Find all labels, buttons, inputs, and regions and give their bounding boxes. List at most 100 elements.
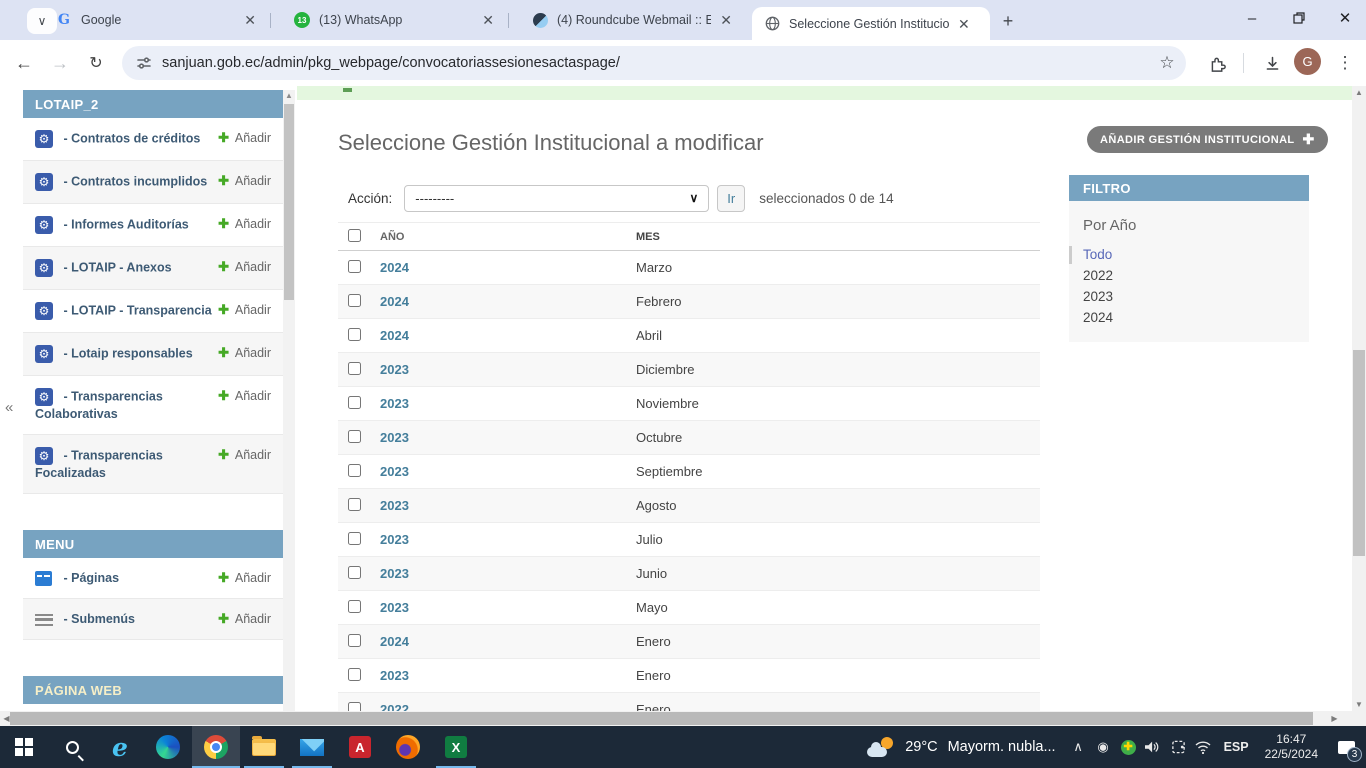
window-minimize-button[interactable]: –: [1232, 0, 1272, 36]
row-checkbox[interactable]: [348, 668, 361, 681]
scroll-up-icon[interactable]: ▲: [283, 90, 295, 102]
sidebar-item[interactable]: ✚ Añadir⚙ - Contratos incumplidos: [23, 161, 283, 204]
row-checkbox[interactable]: [348, 600, 361, 613]
language-indicator[interactable]: ESP: [1216, 740, 1257, 754]
sidebar-item-label[interactable]: - Transparencias Focalizadas: [35, 448, 163, 480]
reload-icon[interactable]: ↻: [82, 49, 110, 77]
row-checkbox[interactable]: [348, 362, 361, 375]
year-link[interactable]: 2024: [380, 260, 409, 275]
sidebar-item[interactable]: ✚ Añadir⚙ - Contratos de créditos: [23, 118, 283, 161]
row-checkbox[interactable]: [348, 260, 361, 273]
taskbar-acrobat-button[interactable]: A: [336, 726, 384, 768]
window-close-button[interactable]: ✕: [1325, 0, 1365, 36]
year-link[interactable]: 2024: [380, 328, 409, 343]
browser-menu-icon[interactable]: ⋮: [1330, 49, 1360, 77]
record-icon[interactable]: ◉: [1091, 726, 1116, 768]
year-link[interactable]: 2023: [380, 464, 409, 479]
row-checkbox[interactable]: [348, 498, 361, 511]
scroll-right-icon[interactable]: ▶: [1328, 711, 1341, 726]
sidebar-collapse-toggle[interactable]: «: [5, 399, 13, 416]
tray-expand-chevron-icon[interactable]: ∧: [1066, 726, 1091, 768]
tab-whatsapp[interactable]: 13 (13) WhatsApp ✕: [282, 0, 506, 40]
notification-center-button[interactable]: 3: [1326, 726, 1366, 768]
sidebar-item[interactable]: ✚ Añadir - Submenús: [23, 599, 283, 640]
taskbar-excel-button[interactable]: X: [432, 726, 480, 768]
horizontal-scrollbar-thumb[interactable]: [10, 712, 1313, 725]
new-tab-button[interactable]: +: [995, 8, 1021, 34]
tab-google[interactable]: G Google ✕: [44, 0, 268, 40]
year-link[interactable]: 2023: [380, 668, 409, 683]
taskbar-explorer-button[interactable]: [240, 726, 288, 768]
add-link[interactable]: ✚ Añadir: [218, 611, 271, 627]
sidebar-item-label[interactable]: - LOTAIP - Anexos: [60, 260, 172, 274]
year-link[interactable]: 2024: [380, 294, 409, 309]
sidebar-scrollbar[interactable]: ▲: [283, 90, 295, 711]
taskbar-edge-button[interactable]: [144, 726, 192, 768]
weather-widget[interactable]: 29°C Mayorm. nubla...: [857, 737, 1065, 757]
add-link[interactable]: ✚ Añadir: [218, 216, 271, 232]
cast-icon[interactable]: [1166, 726, 1191, 768]
window-restore-button[interactable]: [1279, 0, 1319, 36]
sidebar-item[interactable]: ✚ Añadir⚙ - LOTAIP - Anexos: [23, 247, 283, 290]
filter-option-2023[interactable]: 2023: [1069, 286, 1309, 307]
tab-close-icon[interactable]: ✕: [720, 13, 732, 27]
address-bar[interactable]: sanjuan.gob.ec/admin/pkg_webpage/convoca…: [122, 46, 1186, 80]
wifi-icon[interactable]: [1191, 726, 1216, 768]
row-checkbox[interactable]: [348, 396, 361, 409]
taskbar-search-button[interactable]: [48, 726, 96, 768]
tab-close-icon[interactable]: ✕: [958, 17, 970, 31]
sidebar-item-label[interactable]: - Páginas: [60, 571, 119, 585]
sidebar-item-label[interactable]: - Contratos de créditos: [60, 131, 200, 145]
add-link[interactable]: ✚ Añadir: [218, 259, 271, 275]
bookmark-star-icon[interactable]: ☆: [1152, 49, 1182, 77]
year-link[interactable]: 2023: [380, 532, 409, 547]
select-all-checkbox[interactable]: [348, 229, 361, 242]
year-link[interactable]: 2023: [380, 600, 409, 615]
go-button[interactable]: Ir: [717, 185, 745, 212]
download-icon[interactable]: [1257, 49, 1287, 77]
sidebar-item[interactable]: ✚ Añadir⚙ - Transparencias Colaborativas: [23, 376, 283, 435]
add-link[interactable]: ✚ Añadir: [218, 388, 271, 404]
sidebar-item[interactable]: ✚ Añadir⚙ - LOTAIP - Transparencia: [23, 290, 283, 333]
antivirus-icon[interactable]: ✚: [1116, 726, 1141, 768]
filter-option-2022[interactable]: 2022: [1069, 265, 1309, 286]
row-checkbox[interactable]: [348, 566, 361, 579]
sidebar-item-label[interactable]: - Contratos incumplidos: [60, 174, 207, 188]
add-link[interactable]: ✚ Añadir: [218, 302, 271, 318]
sidebar-item-label[interactable]: - LOTAIP - Transparencia: [60, 303, 212, 317]
year-link[interactable]: 2023: [380, 430, 409, 445]
filter-option-todo[interactable]: Todo: [1069, 244, 1309, 265]
sidebar-item-label[interactable]: - Submenús: [60, 612, 135, 626]
row-checkbox[interactable]: [348, 294, 361, 307]
sidebar-item-label[interactable]: - Lotaip responsables: [60, 346, 193, 360]
sidebar-item-label[interactable]: - Informes Auditorías: [60, 217, 189, 231]
row-checkbox[interactable]: [348, 328, 361, 341]
scroll-up-icon[interactable]: ▲: [1352, 86, 1366, 99]
filter-option-2024[interactable]: 2024: [1069, 307, 1309, 328]
tab-active-gestion[interactable]: Seleccione Gestión Institucional ✕: [752, 7, 990, 40]
extensions-puzzle-icon[interactable]: [1202, 49, 1232, 77]
sidebar-item[interactable]: ✚ Añadir - Páginas: [23, 558, 283, 599]
year-link[interactable]: 2023: [380, 362, 409, 377]
year-link[interactable]: 2023: [380, 566, 409, 581]
add-link[interactable]: ✚ Añadir: [218, 345, 271, 361]
site-settings-icon[interactable]: [136, 55, 152, 71]
year-link[interactable]: 2024: [380, 634, 409, 649]
add-link[interactable]: ✚ Añadir: [218, 447, 271, 463]
profile-avatar[interactable]: G: [1294, 48, 1321, 75]
column-header-year[interactable]: AÑO: [380, 231, 636, 243]
clock-widget[interactable]: 16:47 22/5/2024: [1257, 732, 1326, 762]
taskbar-mail-button[interactable]: [288, 726, 336, 768]
add-link[interactable]: ✚ Añadir: [218, 570, 271, 586]
forward-icon[interactable]: →: [46, 49, 74, 77]
back-icon[interactable]: ←: [10, 49, 38, 77]
sidebar-item[interactable]: ✚ Añadir⚙ - Transparencias Focalizadas: [23, 435, 283, 494]
add-link[interactable]: ✚ Añadir: [218, 173, 271, 189]
sidebar-item-label[interactable]: - Transparencias Colaborativas: [35, 389, 163, 421]
row-checkbox[interactable]: [348, 464, 361, 477]
tab-close-icon[interactable]: ✕: [482, 13, 494, 27]
tab-close-icon[interactable]: ✕: [244, 13, 256, 27]
scroll-down-icon[interactable]: ▼: [1352, 698, 1366, 711]
sidebar-scrollbar-thumb[interactable]: [284, 104, 294, 300]
start-button[interactable]: [0, 726, 48, 768]
